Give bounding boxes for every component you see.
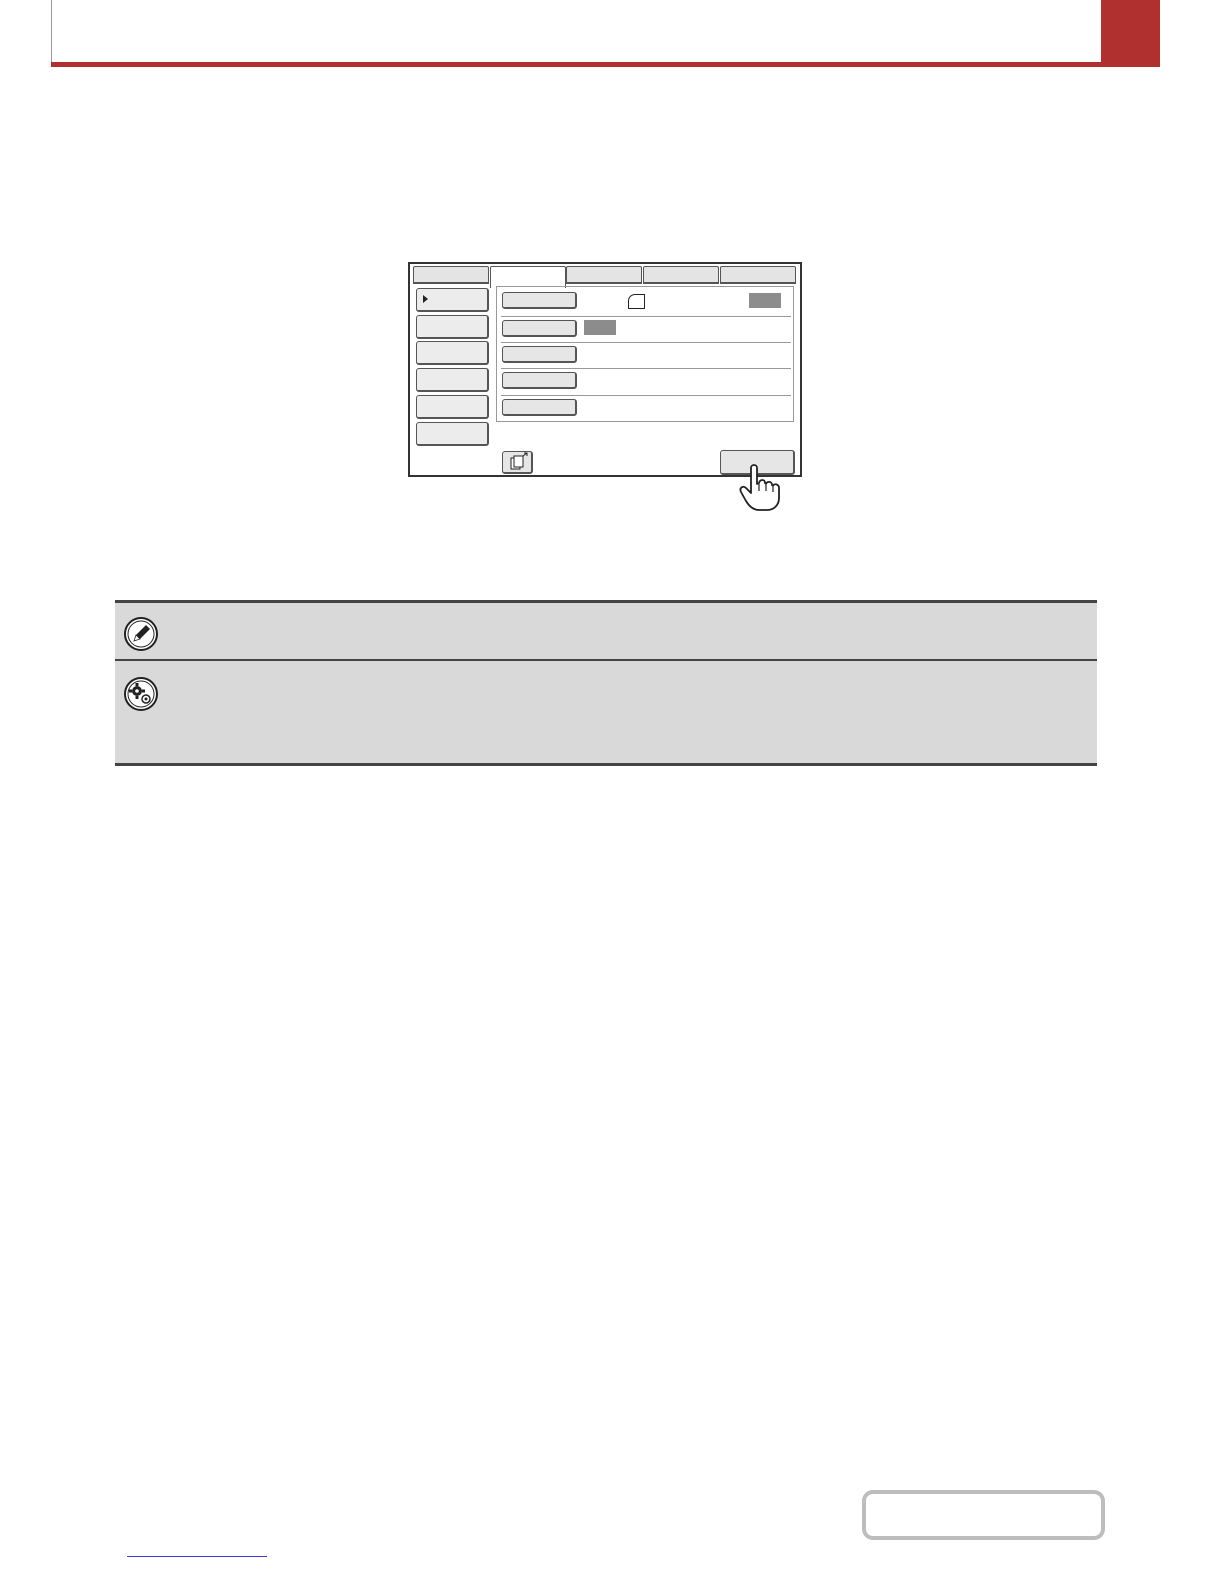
system-settings-gear-icon bbox=[124, 677, 158, 711]
setting-button-2[interactable] bbox=[502, 320, 577, 337]
tab-2-active[interactable] bbox=[490, 266, 566, 288]
row-divider bbox=[501, 395, 791, 396]
setting-value-box-2 bbox=[584, 320, 616, 335]
section-rule bbox=[115, 600, 1097, 603]
paper-size-icon bbox=[628, 294, 645, 309]
row-divider bbox=[501, 316, 791, 317]
document-preview-icon bbox=[510, 452, 528, 470]
section-divider bbox=[115, 659, 1097, 661]
preview-button[interactable] bbox=[502, 451, 533, 474]
tab-4[interactable] bbox=[643, 266, 719, 284]
pencil-note-icon bbox=[124, 617, 158, 651]
side-button-1-selected[interactable] bbox=[416, 288, 489, 312]
header-box bbox=[51, 0, 1101, 62]
footer-link[interactable] bbox=[127, 1556, 267, 1557]
setting-button-4[interactable] bbox=[502, 372, 577, 389]
play-arrow-icon bbox=[423, 295, 428, 303]
touch-panel-illustration bbox=[408, 262, 802, 477]
row-divider bbox=[501, 368, 791, 369]
setting-value-box-1 bbox=[749, 293, 781, 308]
setting-button-5[interactable] bbox=[502, 399, 577, 416]
side-button-5[interactable] bbox=[416, 395, 489, 419]
tab-1[interactable] bbox=[413, 266, 489, 284]
side-button-3[interactable] bbox=[416, 341, 489, 365]
side-button-2[interactable] bbox=[416, 315, 489, 339]
page-number-tab bbox=[1101, 0, 1160, 67]
setting-button-3[interactable] bbox=[502, 346, 577, 363]
setting-button-1[interactable] bbox=[502, 292, 577, 309]
pointing-hand-icon bbox=[739, 464, 780, 511]
tab-5[interactable] bbox=[720, 266, 796, 284]
row-divider bbox=[501, 342, 791, 343]
side-button-6[interactable] bbox=[416, 422, 489, 446]
settings-list-frame bbox=[496, 286, 794, 422]
side-button-4[interactable] bbox=[416, 368, 489, 392]
tab-3[interactable] bbox=[566, 266, 642, 284]
note-section bbox=[115, 600, 1097, 766]
header-rule bbox=[51, 62, 1160, 67]
contents-button[interactable] bbox=[862, 1490, 1105, 1540]
section-rule-bottom bbox=[115, 763, 1097, 766]
